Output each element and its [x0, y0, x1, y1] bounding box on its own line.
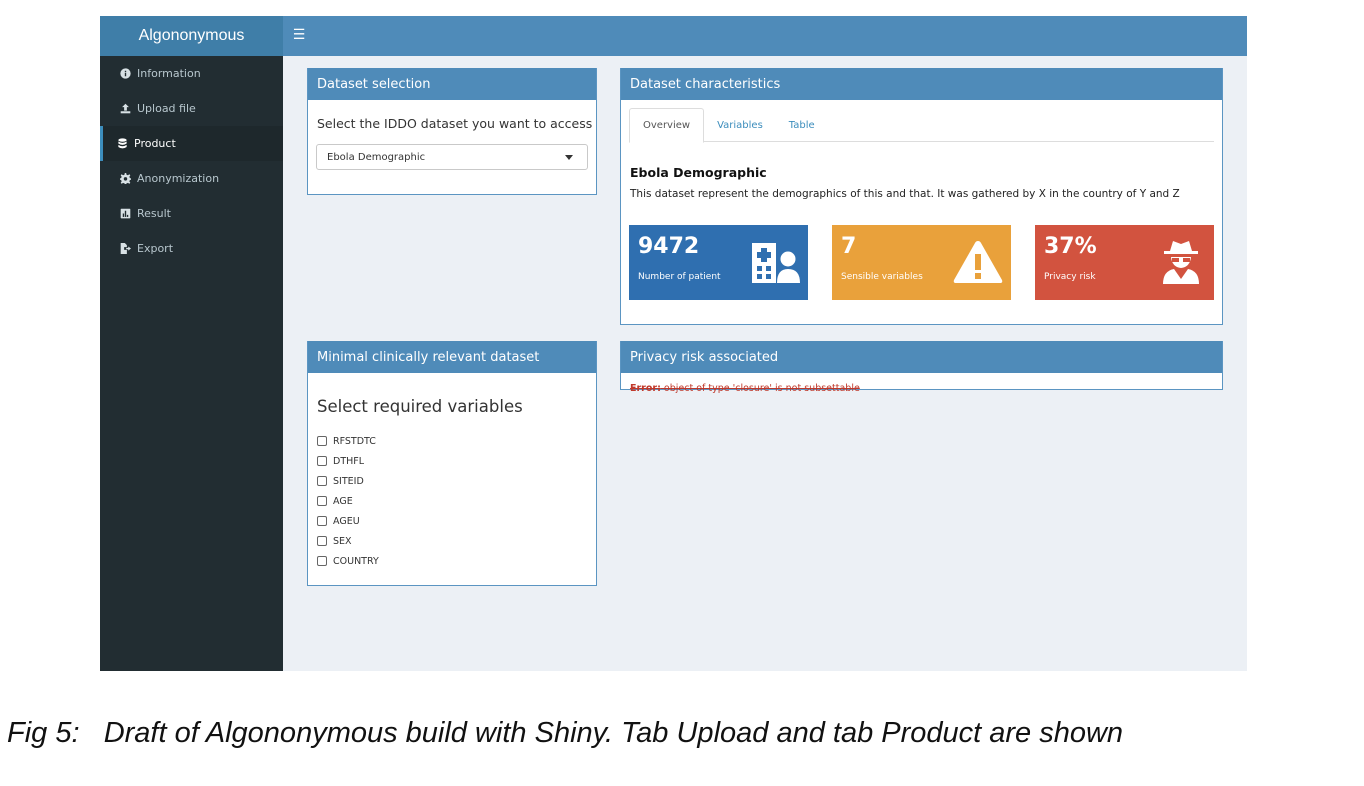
value-box-value: 37%	[1044, 234, 1097, 259]
checkbox[interactable]	[317, 476, 327, 486]
privacy-risk-box: Privacy risk associated Error: object of…	[620, 341, 1223, 394]
error-prefix: Error:	[630, 383, 661, 394]
dataset-name: Ebola Demographic	[630, 165, 767, 180]
checkbox[interactable]	[317, 536, 327, 546]
value-box-value: 9472	[638, 234, 700, 259]
dataset-description: This dataset represent the demographics …	[630, 188, 1180, 200]
sidebar-item-export[interactable]: Export	[100, 231, 283, 266]
checkbox[interactable]	[317, 496, 327, 506]
file-export-icon	[118, 242, 132, 256]
variable-option[interactable]: SEX	[317, 531, 379, 551]
variable-option[interactable]: SITEID	[317, 471, 379, 491]
variable-label: SITEID	[333, 475, 364, 487]
value-box-value: 7	[841, 234, 857, 259]
variable-option[interactable]: DTHFL	[317, 451, 379, 471]
value-box-label: Number of patient	[638, 272, 721, 282]
hospital-user-icon	[750, 239, 800, 285]
variables-checkbox-group: RFSTDTC DTHFL SITEID AGE AGEU SEX COUNTR…	[317, 431, 379, 571]
tab-overview[interactable]: Overview	[629, 108, 705, 143]
variable-label: COUNTRY	[333, 555, 379, 567]
checkbox[interactable]	[317, 456, 327, 466]
app-logo: Algononymous	[100, 16, 283, 56]
error-text: object of type 'closure' is not subsetta…	[660, 383, 860, 394]
sidebar-item-label: Anonymization	[137, 172, 220, 185]
info-circle-icon	[118, 67, 132, 81]
sidebar-item-label: Information	[137, 67, 201, 80]
warning-icon	[953, 239, 1003, 285]
sidebar-item-label: Export	[137, 242, 174, 255]
variable-option[interactable]: AGEU	[317, 511, 379, 531]
sidebar-item-result[interactable]: Result	[100, 196, 283, 231]
box-title: Dataset characteristics	[621, 68, 1222, 100]
chevron-down-icon	[565, 155, 573, 160]
chart-icon	[118, 207, 132, 221]
sidebar: Information Upload file Product Anonymiz…	[100, 56, 283, 671]
sidebar-item-information[interactable]: Information	[100, 56, 283, 91]
dataset-select-value: Ebola Demographic	[327, 151, 426, 163]
variable-label: SEX	[333, 535, 352, 547]
sidebar-item-product[interactable]: Product	[100, 126, 283, 161]
sidebar-item-anonymization[interactable]: Anonymization	[100, 161, 283, 196]
sidebar-item-upload-file[interactable]: Upload file	[100, 91, 283, 126]
variable-option[interactable]: RFSTDTC	[317, 431, 379, 451]
top-navbar: ☰	[283, 16, 1247, 56]
user-secret-icon	[1156, 239, 1206, 285]
upload-icon	[118, 102, 132, 116]
error-message: Error: object of type 'closure' is not s…	[630, 383, 860, 394]
tab-variables[interactable]: Variables	[704, 108, 776, 142]
dataset-characteristics-box: Dataset characteristics Overview Variabl…	[620, 68, 1223, 325]
variables-heading: Select required variables	[317, 397, 523, 416]
sidebar-item-label: Result	[137, 207, 171, 220]
dataset-select-label: Select the IDDO dataset you want to acce…	[317, 116, 593, 131]
dataset-selection-box: Dataset selection Select the IDDO datase…	[307, 68, 597, 195]
hamburger-icon[interactable]: ☰	[291, 25, 307, 45]
dataset-select[interactable]: Ebola Demographic	[316, 144, 588, 170]
variable-option[interactable]: COUNTRY	[317, 551, 379, 571]
sidebar-item-label: Product	[134, 137, 176, 150]
value-box-patients: 9472 Number of patient	[629, 225, 808, 300]
value-box-label: Privacy risk	[1044, 272, 1096, 282]
variable-label: AGE	[333, 495, 353, 507]
variable-option[interactable]: AGE	[317, 491, 379, 511]
checkbox[interactable]	[317, 436, 327, 446]
box-title: Dataset selection	[308, 68, 596, 100]
variable-label: AGEU	[333, 515, 360, 527]
tab-table[interactable]: Table	[776, 108, 828, 142]
gear-icon	[118, 172, 132, 186]
minimal-dataset-box: Minimal clinically relevant dataset Sele…	[307, 341, 597, 586]
checkbox[interactable]	[317, 516, 327, 526]
value-box-privacy-risk: 37% Privacy risk	[1035, 225, 1214, 300]
checkbox[interactable]	[317, 556, 327, 566]
variable-label: RFSTDTC	[333, 435, 376, 447]
tab-bar: Overview Variables Table	[629, 108, 1214, 143]
box-title: Minimal clinically relevant dataset	[308, 341, 596, 373]
value-box-sensible-variables: 7 Sensible variables	[832, 225, 1011, 300]
figure-caption: Fig 5: Draft of Algononymous build with …	[7, 717, 1124, 749]
variable-label: DTHFL	[333, 455, 365, 467]
value-box-label: Sensible variables	[841, 272, 923, 282]
app-window: Algononymous ☰ Information Upload file P…	[100, 16, 1247, 671]
box-title: Privacy risk associated	[621, 341, 1222, 373]
database-icon	[115, 137, 129, 151]
sidebar-item-label: Upload file	[137, 102, 196, 115]
